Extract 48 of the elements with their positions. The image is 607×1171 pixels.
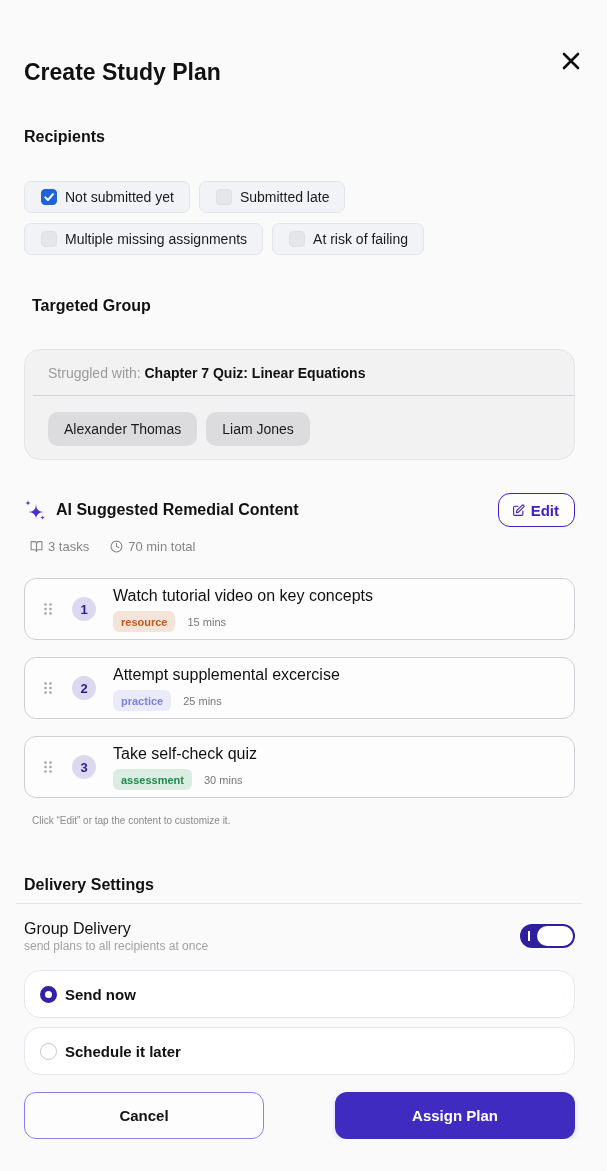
toggle-switch[interactable] bbox=[520, 924, 575, 948]
radio-button[interactable] bbox=[40, 985, 57, 1003]
task-tag: assessment bbox=[113, 769, 192, 790]
task-tag: resource bbox=[113, 611, 176, 632]
task-count: 3 tasks bbox=[48, 538, 90, 554]
task-title: Watch tutorial video on key concepts bbox=[113, 586, 373, 606]
section-heading: Recipients bbox=[24, 127, 105, 147]
hint-text: Click “Edit” or tap the content to customize it. bbox=[32, 814, 231, 828]
delivery-option[interactable]: Schedule it later bbox=[24, 1027, 575, 1075]
step-number: 1 bbox=[72, 597, 96, 621]
drag-handle-icon[interactable] bbox=[44, 603, 52, 615]
book-icon bbox=[30, 539, 43, 553]
cancel-button[interactable]: Cancel bbox=[24, 1092, 264, 1139]
drag-handle-icon[interactable] bbox=[44, 761, 52, 773]
checkbox[interactable] bbox=[41, 189, 57, 205]
delivery-option[interactable]: Send now bbox=[24, 970, 575, 1018]
edit-button[interactable]: Edit bbox=[497, 493, 575, 527]
recipient-option[interactable]: Multiple missing assignments bbox=[24, 223, 264, 255]
section-heading: Delivery Settings bbox=[24, 875, 154, 895]
task-duration: 25 mins bbox=[183, 694, 222, 707]
task-card[interactable]: 2 Attempt supplemental excercise practice 25 mins bbox=[24, 657, 575, 719]
assign-plan-button[interactable]: Assign Plan bbox=[335, 1092, 575, 1139]
setting-label: Group Delivery bbox=[24, 919, 131, 939]
setting-description: send plans to all recipients at once bbox=[24, 939, 209, 953]
dialog-title: Create Study Plan bbox=[24, 58, 221, 86]
edit-icon bbox=[511, 503, 525, 517]
section-heading: Targeted Group bbox=[32, 296, 151, 316]
task-duration: 30 mins bbox=[204, 773, 243, 786]
task-duration: 15 mins bbox=[187, 615, 226, 628]
student-chip: Liam Jones bbox=[206, 412, 310, 446]
recipient-option[interactable]: Submitted late bbox=[198, 181, 346, 213]
section-heading: AI Suggested Remedial Content bbox=[56, 500, 299, 520]
clock-icon bbox=[110, 539, 124, 553]
total-time: 70 min total bbox=[128, 538, 196, 554]
step-number: 2 bbox=[72, 676, 96, 700]
close-icon[interactable] bbox=[562, 52, 580, 70]
student-chip: Alexander Thomas bbox=[48, 412, 198, 446]
struggled-with-text: Struggled with: Chapter 7 Quiz: Linear Equations bbox=[48, 364, 366, 381]
task-tag: practice bbox=[113, 690, 172, 711]
recipient-option[interactable]: At risk of failing bbox=[272, 223, 424, 255]
task-card[interactable]: 1 Watch tutorial video on key concepts resource 15 mins bbox=[24, 578, 575, 640]
step-number: 3 bbox=[72, 755, 96, 779]
sparkle-icon bbox=[25, 500, 45, 520]
drag-handle-icon[interactable] bbox=[44, 682, 52, 694]
task-card[interactable]: 3 Take self-check quiz assessment 30 mins bbox=[24, 736, 575, 798]
task-title: Attempt supplemental excercise bbox=[113, 665, 340, 685]
task-title: Take self-check quiz bbox=[113, 744, 258, 764]
recipient-option[interactable]: Not submitted yet bbox=[24, 181, 190, 213]
